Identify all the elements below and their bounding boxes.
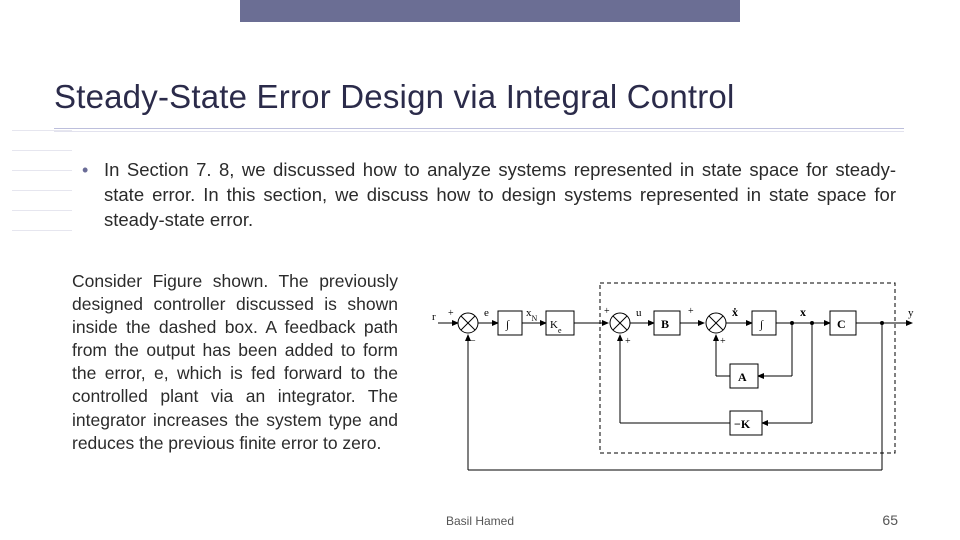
body-text: Consider Figure shown. The previously de… (72, 270, 398, 455)
svg-text:+: + (625, 336, 631, 347)
bullet-text: In Section 7. 8, we discussed how to ana… (104, 158, 896, 233)
top-accent-bar (240, 0, 740, 22)
label-y: y (908, 307, 914, 319)
label-e: e (484, 307, 489, 319)
svg-text:+: + (688, 306, 694, 317)
label-xdot: ẋ (732, 305, 738, 319)
svg-text:+: + (604, 306, 610, 317)
slide: Steady-State Error Design via Integral C… (0, 0, 960, 540)
footer-page-number: 65 (882, 512, 898, 528)
bullet-dot: • (82, 160, 88, 181)
block-B: B (661, 317, 669, 331)
label-xN: xN (526, 307, 538, 323)
label-u: u (636, 307, 642, 319)
svg-text:+: + (720, 336, 726, 347)
decorative-grid-lines (12, 130, 72, 250)
block-minus-K: −K (734, 417, 751, 431)
svg-text:+: + (448, 308, 454, 319)
label-r: r (432, 311, 436, 323)
footer-author: Basil Hamed (0, 514, 960, 528)
label-x: x (800, 305, 806, 319)
title-underline-2 (54, 131, 904, 132)
block-C: C (837, 317, 846, 331)
title-underline (54, 128, 904, 129)
block-A: A (738, 370, 747, 384)
block-diagram: r + − e ∫ xN Ke + + (430, 278, 920, 478)
svg-text:−: − (470, 336, 476, 347)
page-title: Steady-State Error Design via Integral C… (54, 78, 930, 116)
